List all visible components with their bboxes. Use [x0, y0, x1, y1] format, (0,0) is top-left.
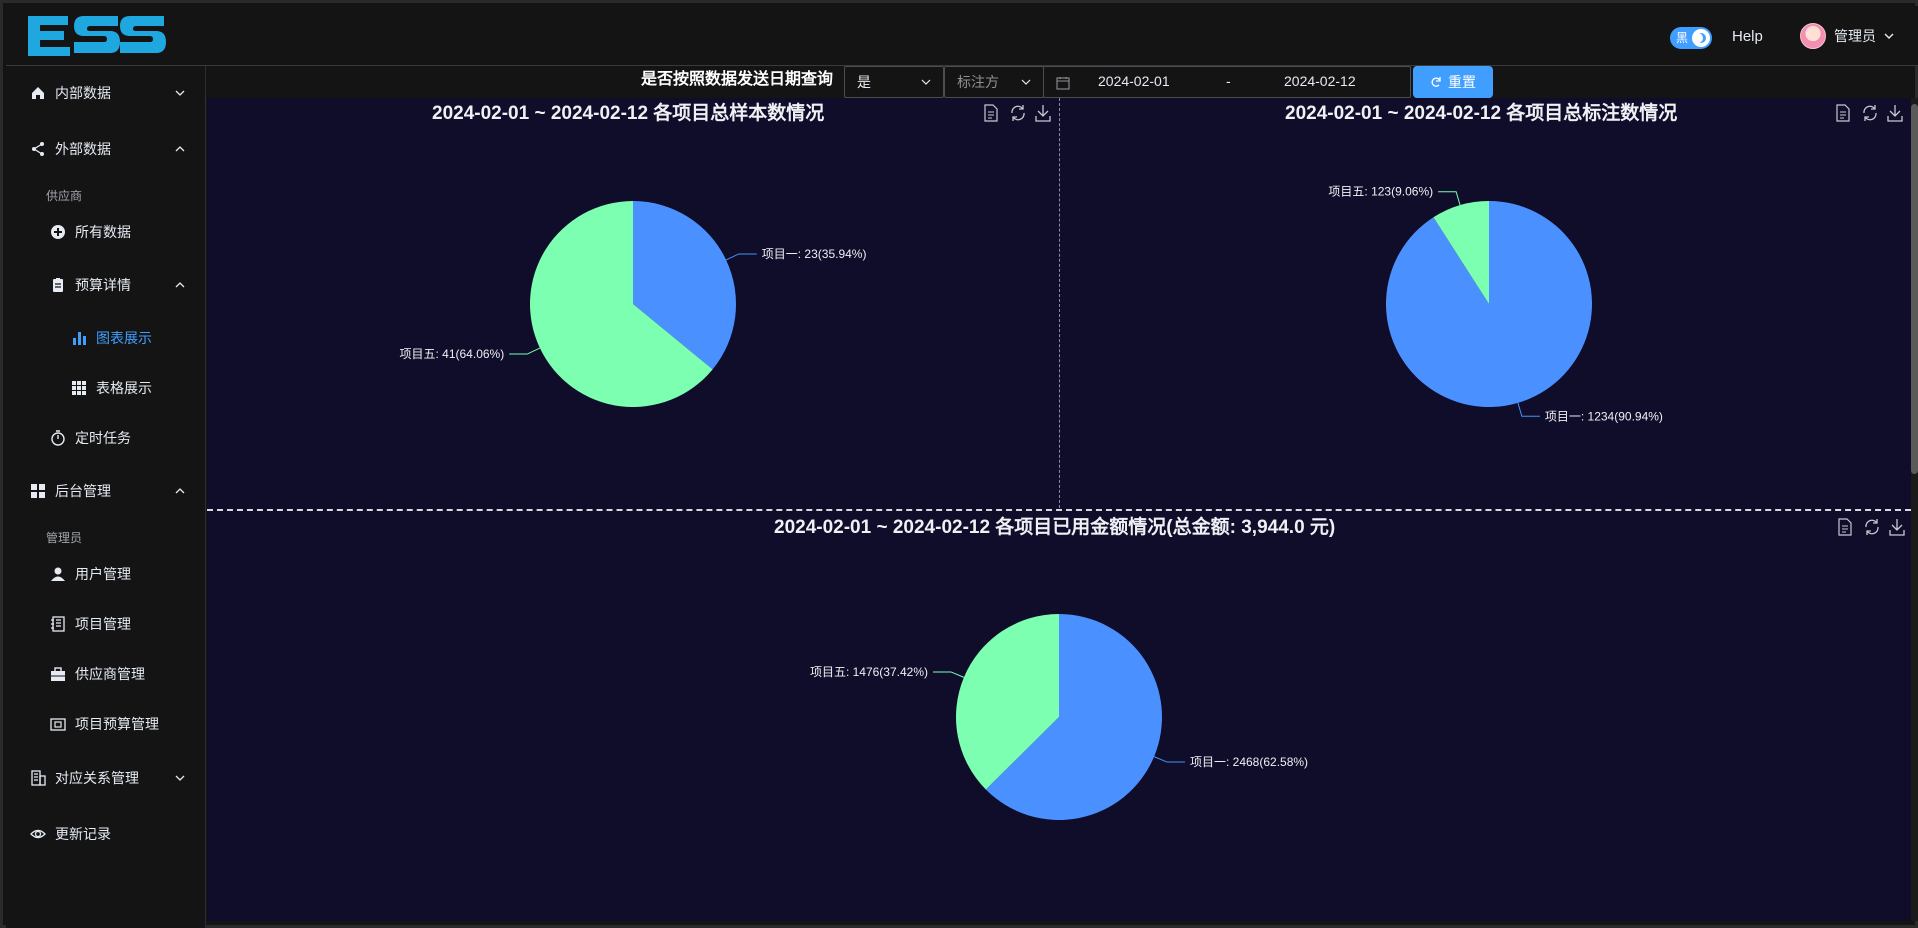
refresh-icon	[1431, 77, 1441, 87]
group-label-supplier: 供应商	[46, 189, 83, 203]
avatar	[1800, 23, 1826, 49]
group-label-admin: 管理员	[46, 531, 83, 545]
eye-icon	[30, 829, 46, 839]
sidebar-item-project-management[interactable]: 项目管理	[6, 604, 206, 644]
scrollbar-thumb[interactable]	[1911, 104, 1918, 474]
home-icon	[32, 87, 44, 99]
app-window: 黑 Help 管理员 内部数据 外部数据 供应商 所有数据 预算详情 图表展示 …	[0, 0, 1918, 928]
chevron-up-icon	[175, 146, 185, 152]
moon-icon	[1692, 29, 1710, 47]
user-name: 管理员	[1834, 28, 1876, 44]
reset-button[interactable]: 重置	[1413, 66, 1493, 98]
annotator-select[interactable]: 标注方	[944, 66, 1044, 98]
sidebar-item-label: 后台管理	[55, 483, 111, 499]
reset-label: 重置	[1448, 74, 1476, 90]
office-building-icon	[31, 770, 46, 786]
pie-label-line	[1438, 191, 1461, 206]
chevron-down-icon	[175, 775, 185, 781]
clipboard-icon	[53, 278, 63, 292]
pie-chart-samples: 项目一: 23(35.94%) 项目五: 41(64.06%)	[400, 201, 867, 407]
chart-divider-horizontal	[207, 509, 1911, 511]
wallet-icon	[50, 718, 66, 731]
sidebar-item-label: 所有数据	[75, 224, 131, 240]
pie-label-line	[1517, 402, 1540, 417]
grid-icon	[72, 381, 86, 395]
charts-panel: 2024-02-01 ~ 2024-02-12 各项目总样本数情况 项目一: 2…	[207, 98, 1911, 921]
pie-label: 项目五: 41(64.06%)	[400, 347, 505, 361]
top-header: 黑 Help 管理员	[6, 6, 1918, 66]
date-range-picker[interactable]: 2024-02-01 - 2024-02-12	[1043, 66, 1411, 98]
pie-label-line	[509, 347, 541, 355]
pie-chart-annotations: 项目一: 1234(90.94%) 项目五: 123(9.06%)	[1328, 185, 1663, 424]
pie-label-line	[1153, 756, 1185, 763]
pie-label-line	[933, 671, 965, 678]
sidebar-item-label: 对应关系管理	[55, 770, 139, 786]
sidebar-item-label: 项目预算管理	[75, 716, 159, 732]
share-icon	[32, 142, 44, 156]
user-icon	[51, 567, 65, 581]
sidebar-item-label: 用户管理	[75, 566, 131, 582]
sidebar-item-label: 预算详情	[75, 277, 131, 293]
pie-label: 项目一: 23(35.94%)	[762, 247, 867, 261]
chevron-up-icon	[175, 488, 185, 494]
sidebar-item-label: 项目管理	[75, 616, 131, 632]
sidebar-item-budget-details[interactable]: 预算详情	[6, 265, 206, 305]
ess-logo[interactable]	[26, 12, 166, 60]
pie-chart-spent-amount: 项目一: 2468(62.58%) 项目五: 1476(37.42%)	[810, 614, 1308, 820]
sidebar-item-project-budget-management[interactable]: 项目预算管理	[6, 704, 206, 744]
pie-label: 项目一: 1234(90.94%)	[1545, 409, 1663, 423]
timer-icon	[51, 430, 65, 446]
sidebar-item-update-log[interactable]: 更新记录	[6, 814, 206, 854]
chevron-down-icon	[1884, 33, 1894, 39]
sidebar-item-label: 图表展示	[96, 330, 152, 346]
chevron-up-icon	[175, 282, 185, 288]
bar-chart-icon	[73, 332, 86, 345]
sidebar-item-chart-view[interactable]: 图表展示	[6, 318, 206, 358]
range-separator: -	[1226, 73, 1231, 89]
scrollbar[interactable]	[1911, 98, 1918, 921]
sidebar-item-internal-data[interactable]: 内部数据	[6, 73, 206, 113]
filter-title: 是否按照数据发送日期查询	[641, 71, 834, 88]
pie-label-line	[725, 253, 757, 261]
sidebar-item-external-data[interactable]: 外部数据	[6, 129, 206, 169]
sidebar-item-table-view[interactable]: 表格展示	[6, 368, 206, 408]
pie-label: 项目五: 1476(37.42%)	[810, 665, 928, 679]
theme-toggle[interactable]: 黑	[1670, 27, 1712, 49]
dashboard-icon	[31, 484, 45, 498]
sidebar: 内部数据 外部数据 供应商 所有数据 预算详情 图表展示 表格展示 定时任务 后…	[6, 66, 206, 928]
sidebar-item-label: 供应商管理	[75, 666, 145, 682]
sidebar-item-scheduled-tasks[interactable]: 定时任务	[6, 418, 206, 458]
sidebar-item-user-management[interactable]: 用户管理	[6, 554, 206, 594]
user-menu[interactable]: 管理员	[1800, 22, 1894, 50]
sidebar-item-all-data[interactable]: 所有数据	[6, 212, 206, 252]
sidebar-item-mapping-management[interactable]: 对应关系管理	[6, 758, 206, 798]
sidebar-item-label: 表格展示	[96, 380, 152, 396]
chevron-down-icon	[921, 79, 931, 85]
theme-toggle-label: 黑	[1676, 31, 1689, 45]
filter-bar: 是否按照数据发送日期查询 是 标注方 2024-02-01 - 2024-02-…	[207, 66, 1918, 98]
chevron-down-icon	[1021, 79, 1031, 85]
start-date-input[interactable]: 2024-02-01	[1098, 73, 1170, 89]
pie-label: 项目一: 2468(62.58%)	[1190, 755, 1308, 769]
sidebar-item-label: 外部数据	[55, 141, 111, 157]
end-date-input[interactable]: 2024-02-12	[1284, 73, 1356, 89]
annotator-placeholder: 标注方	[957, 74, 999, 90]
sidebar-item-backend-admin[interactable]: 后台管理	[6, 471, 206, 511]
add-circle-icon	[51, 225, 65, 239]
date-mode-value: 是	[857, 74, 871, 90]
notebook-icon	[51, 616, 65, 632]
sidebar-item-supplier-management[interactable]: 供应商管理	[6, 654, 206, 694]
help-link[interactable]: Help	[1732, 26, 1763, 48]
sidebar-item-label: 定时任务	[75, 430, 131, 446]
sidebar-item-label: 内部数据	[55, 85, 111, 101]
pie-label: 项目五: 123(9.06%)	[1328, 185, 1433, 199]
calendar-icon	[1056, 77, 1070, 90]
sidebar-item-label: 更新记录	[55, 826, 111, 842]
chevron-down-icon	[175, 90, 185, 96]
date-mode-select[interactable]: 是	[844, 66, 944, 98]
briefcase-icon	[51, 667, 65, 681]
